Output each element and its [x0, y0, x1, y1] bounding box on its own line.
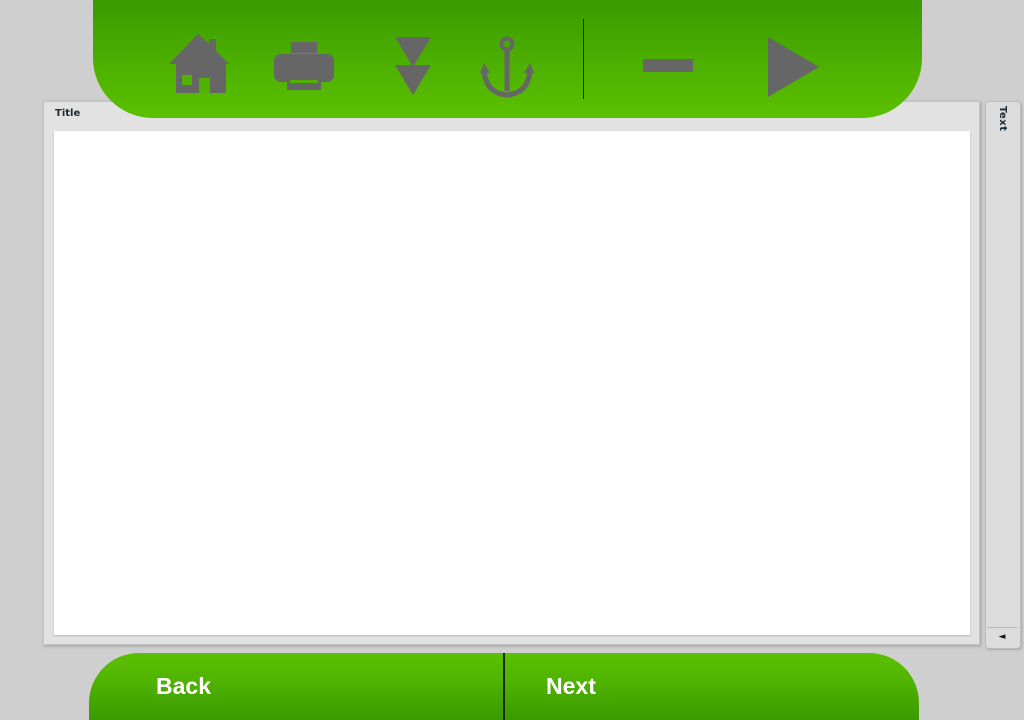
main-panel: Title — [43, 101, 980, 645]
side-tab-toggle-button[interactable]: ◄ — [987, 627, 1017, 646]
home-icon — [166, 31, 230, 99]
next-button-label: Next — [546, 673, 596, 699]
play-button[interactable] — [761, 36, 825, 102]
back-button-label: Back — [156, 673, 211, 699]
minimize-button[interactable] — [638, 50, 698, 86]
anchor-icon — [479, 35, 535, 103]
scroll-down-button[interactable] — [388, 35, 438, 101]
bottom-nav: Back Next — [89, 653, 919, 720]
back-button[interactable]: Back — [89, 653, 503, 720]
toolbar-divider — [583, 19, 584, 99]
content-area[interactable] — [54, 131, 970, 635]
next-button[interactable]: Next — [504, 653, 919, 720]
home-button[interactable] — [163, 30, 233, 100]
minus-icon — [642, 58, 694, 78]
app-screen: Title Text ◄ Back Next — [0, 0, 1024, 720]
anchor-button[interactable] — [476, 35, 538, 103]
printer-icon — [273, 40, 335, 96]
top-toolbar — [93, 0, 922, 118]
panel-title: Title — [55, 108, 81, 119]
print-button[interactable] — [269, 35, 339, 100]
side-tab-label: Text — [997, 106, 1008, 132]
left-arrow-icon: ◄ — [998, 632, 1006, 642]
side-tab-text[interactable]: Text ◄ — [985, 101, 1021, 649]
double-down-arrow-icon — [393, 35, 433, 101]
play-icon — [765, 35, 821, 103]
